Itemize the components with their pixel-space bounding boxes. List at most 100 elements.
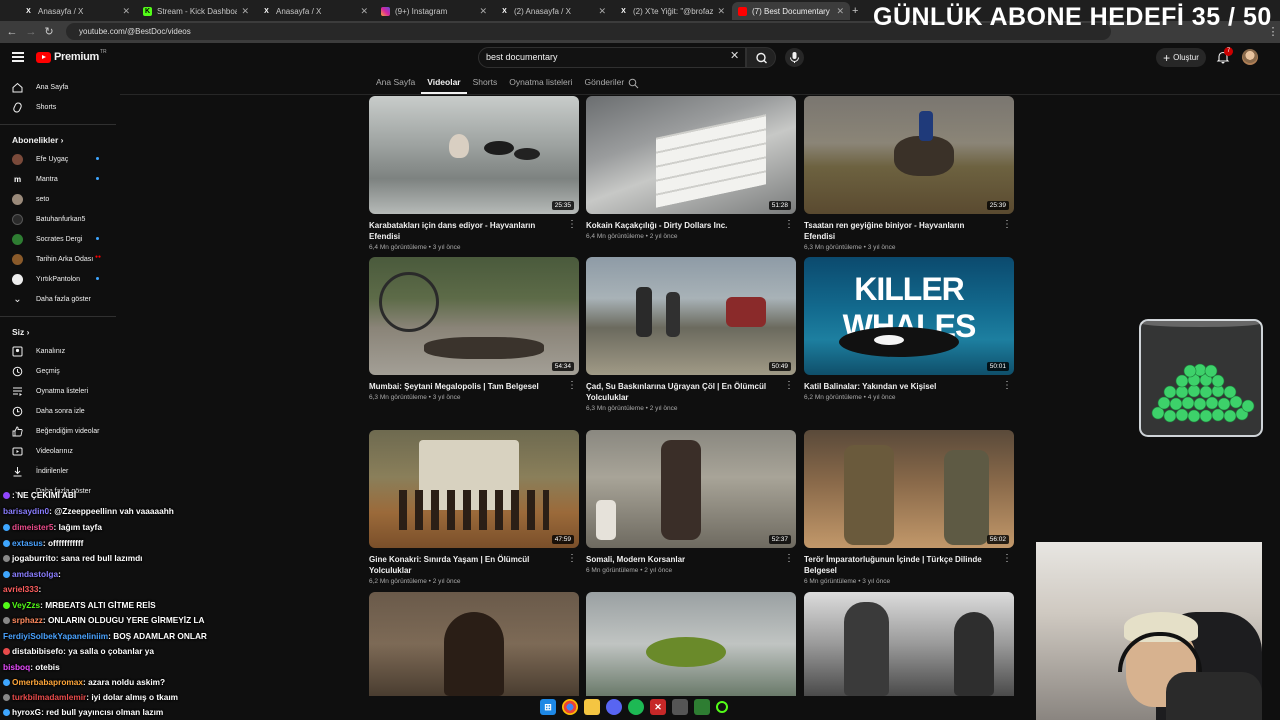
video-title[interactable]: Tsaatan ren geyiğine biniyor - Hayvanlar… — [804, 220, 994, 242]
clear-search-icon[interactable]: ✕ — [730, 51, 739, 62]
sidebar-item-home[interactable]: Ana Sayfa — [0, 77, 114, 97]
subscriptions-heading[interactable]: Abonelikler › — [12, 135, 64, 145]
video-title[interactable]: Çad, Su Baskınlarına Uğrayan Çöl | En Öl… — [586, 381, 776, 403]
video-card[interactable] — [586, 592, 796, 696]
calculator-icon[interactable] — [672, 699, 688, 715]
video-card[interactable]: 52:37 Somali, Modern Korsanlar 6 Mn görü… — [586, 430, 796, 574]
voice-search-button[interactable] — [785, 48, 804, 67]
close-icon[interactable]: ✕ — [241, 6, 249, 17]
more-options-icon[interactable]: ⋮ — [1002, 381, 1012, 391]
browser-tab[interactable]: X (2) X'te Yiğit: "@brofazz Brofaz ✕ — [613, 2, 731, 20]
browser-tab[interactable]: K Stream - Kick Dashboard ✕ — [137, 2, 255, 20]
account-avatar[interactable] — [1242, 49, 1258, 65]
sidebar-item-playlists[interactable]: Oynatma listeleri — [0, 381, 114, 401]
sidebar-show-more[interactable]: ⌄ Daha fazla göster — [0, 289, 114, 309]
sidebar-item-subscription[interactable]: Tarihin Arka Odası ●● — [0, 249, 114, 269]
youtube-logo[interactable]: Premium TR — [36, 49, 107, 63]
sidebar-item-subscription[interactable]: Efe Uygaç — [0, 149, 114, 169]
more-options-icon[interactable]: ⋮ — [567, 554, 577, 564]
new-tab-button[interactable]: + — [852, 2, 866, 20]
back-icon[interactable]: ← — [5, 25, 19, 39]
video-card[interactable]: 51:28 Kokain Kaçakçılığı - Dirty Dollars… — [586, 96, 796, 240]
more-options-icon[interactable]: ⋮ — [784, 554, 794, 564]
tab-videos[interactable]: Videolar — [421, 74, 467, 94]
discord-icon[interactable] — [606, 699, 622, 715]
channel-search-icon[interactable] — [628, 78, 639, 89]
close-icon[interactable]: ✕ — [360, 6, 368, 17]
sidebar-item-subscription[interactable]: seto — [0, 189, 114, 209]
sidebar-item-your-videos[interactable]: Videolarınız — [0, 441, 114, 461]
video-card[interactable] — [369, 592, 579, 696]
app-icon[interactable] — [694, 699, 710, 715]
video-card[interactable] — [804, 592, 1014, 696]
browser-tab[interactable]: X Anasayfa / X ✕ — [256, 2, 374, 20]
hamburger-menu-icon[interactable] — [12, 52, 24, 62]
sidebar-item-liked-videos[interactable]: Beğendiğim videolar — [0, 421, 114, 441]
video-title[interactable]: Katil Balinalar: Yakından ve Kişisel — [804, 381, 994, 392]
video-thumbnail[interactable]: 52:37 — [586, 430, 796, 548]
video-thumbnail[interactable] — [369, 592, 579, 696]
more-options-icon[interactable]: ⋮ — [567, 381, 577, 391]
video-thumbnail[interactable]: 54:34 — [369, 257, 579, 375]
kick-icon[interactable] — [716, 701, 728, 713]
tab-shorts[interactable]: Shorts — [467, 74, 504, 94]
spotify-icon[interactable] — [628, 699, 644, 715]
video-card[interactable]: 54:34 Mumbai: Şeytani Megalopolis | Tam … — [369, 257, 579, 401]
video-thumbnail[interactable]: 56:02 — [804, 430, 1014, 548]
sidebar-item-subscription[interactable]: YırtıkPantolon — [0, 269, 114, 289]
video-thumbnail[interactable]: 47:59 — [369, 430, 579, 548]
video-card[interactable]: 47:59 Gine Konakri: Sınırda Yaşam | En Ö… — [369, 430, 579, 585]
more-options-icon[interactable]: ⋮ — [1002, 554, 1012, 564]
close-icon[interactable]: ✕ — [598, 6, 606, 17]
forward-icon[interactable]: → — [24, 25, 38, 39]
search-button[interactable] — [746, 47, 776, 68]
video-thumbnail[interactable] — [804, 592, 1014, 696]
video-card[interactable]: 25:35 Karabatakları için dans ediyor - H… — [369, 96, 579, 251]
browser-tab[interactable]: X Anasayfa / X ✕ — [18, 2, 136, 20]
sidebar-item-shorts[interactable]: Shorts — [0, 97, 114, 117]
folder-icon[interactable] — [584, 699, 600, 715]
close-icon[interactable]: ✕ — [479, 6, 487, 17]
sidebar-item-subscription[interactable]: Batuhanfurkan5 — [0, 209, 114, 229]
sidebar-item-your-channel[interactable]: Kanalınız — [0, 341, 114, 361]
sidebar-item-history[interactable]: Geçmiş — [0, 361, 114, 381]
video-title[interactable]: Somali, Modern Korsanlar — [586, 554, 776, 565]
video-card[interactable]: KILLER WHALES 50:01 Katil Balinalar: Yak… — [804, 257, 1014, 401]
video-thumbnail[interactable]: 25:39 — [804, 96, 1014, 214]
tab-home[interactable]: Ana Sayfa — [370, 74, 421, 94]
video-thumbnail[interactable]: 50:49 — [586, 257, 796, 375]
reload-icon[interactable]: ↻ — [42, 25, 56, 39]
sidebar-item-subscription[interactable]: m Mantra — [0, 169, 114, 189]
browser-tab[interactable]: (9+) Instagram ✕ — [375, 2, 493, 20]
close-icon[interactable]: ✕ — [836, 6, 844, 17]
video-title[interactable]: Kokain Kaçakçılığı - Dirty Dollars Inc. — [586, 220, 776, 231]
video-card[interactable]: 50:49 Çad, Su Baskınlarına Uğrayan Çöl |… — [586, 257, 796, 412]
more-options-icon[interactable]: ⋮ — [784, 381, 794, 391]
more-options-icon[interactable]: ⋮ — [1002, 220, 1012, 230]
video-title[interactable]: Terör İmparatorluğunun İçinde | Türkçe D… — [804, 554, 994, 576]
video-title[interactable]: Mumbai: Şeytani Megalopolis | Tam Belges… — [369, 381, 559, 392]
sidebar-item-watch-later[interactable]: Daha sonra izle — [0, 401, 114, 421]
chrome-icon[interactable] — [562, 699, 578, 715]
tab-posts[interactable]: Gönderiler — [579, 74, 631, 94]
more-options-icon[interactable]: ⋮ — [567, 220, 577, 230]
video-card[interactable]: 25:39 Tsaatan ren geyiğine biniyor - Hay… — [804, 96, 1014, 251]
browser-tab[interactable]: X (2) Anasayfa / X ✕ — [494, 2, 612, 20]
video-thumbnail[interactable]: 25:35 — [369, 96, 579, 214]
video-thumbnail[interactable] — [586, 592, 796, 696]
video-title[interactable]: Gine Konakri: Sınırda Yaşam | En Ölümcül… — [369, 554, 559, 576]
app-icon[interactable]: ✕ — [650, 699, 666, 715]
sidebar-item-subscription[interactable]: Socrates Dergi — [0, 229, 114, 249]
video-thumbnail[interactable]: KILLER WHALES 50:01 — [804, 257, 1014, 375]
create-button[interactable]: + Oluştur — [1156, 48, 1206, 67]
search-input[interactable]: best documentary — [478, 47, 746, 68]
windows-start-icon[interactable]: ⊞ — [540, 699, 556, 715]
browser-tab-active[interactable]: (7) Best Documentary - YouTub ✕ — [732, 2, 850, 20]
close-icon[interactable]: ✕ — [717, 6, 725, 17]
more-options-icon[interactable]: ⋮ — [784, 220, 794, 230]
video-thumbnail[interactable]: 51:28 — [586, 96, 796, 214]
video-card[interactable]: 56:02 Terör İmparatorluğunun İçinde | Tü… — [804, 430, 1014, 585]
you-heading[interactable]: Siz › — [12, 327, 30, 337]
tab-playlists[interactable]: Oynatma listeleri — [503, 74, 578, 94]
sidebar-item-downloads[interactable]: İndirilenler — [0, 461, 114, 481]
